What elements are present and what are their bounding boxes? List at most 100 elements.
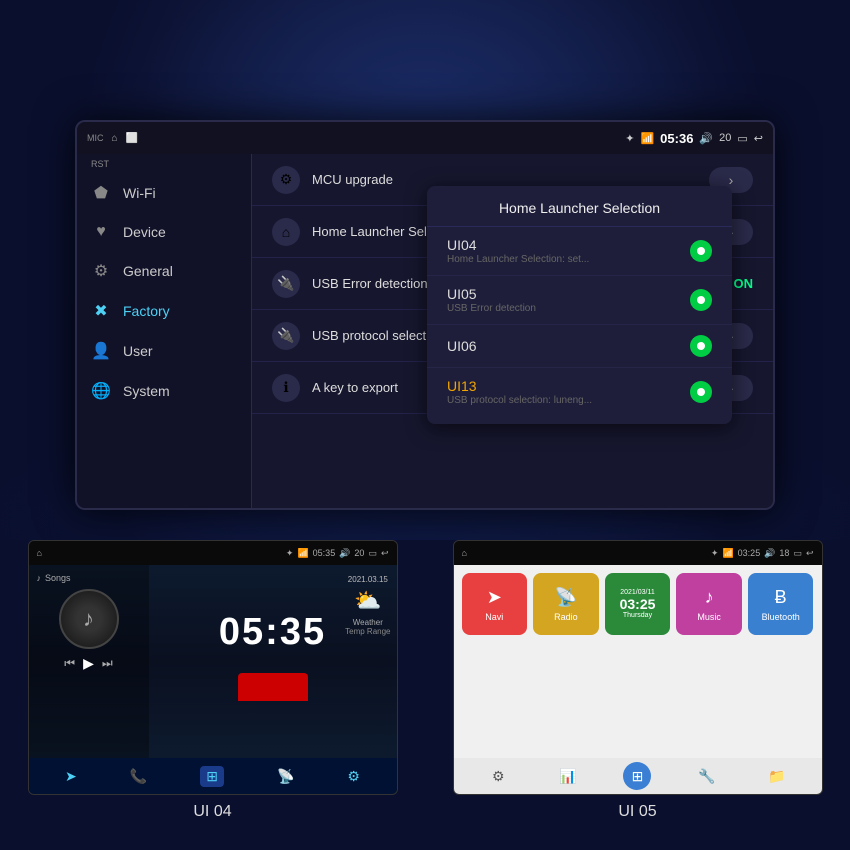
nav-radio-button[interactable]: 📡 (277, 768, 294, 785)
bottom-section: ⌂ ✦ 📶 05:35 🔊 20 ▭ ↩ ♪ Songs (0, 540, 850, 850)
dialog-item-ui13[interactable]: UI13 USB protocol selection: luneng... (427, 368, 732, 416)
next-button[interactable]: ⏭ (102, 656, 113, 671)
dialog-ui04-label: UI04 (447, 237, 589, 253)
status-bar: MIC ⌂ ⬜ ✦ 📶 05:36 🔊 20 ▭ ↩ (77, 122, 773, 154)
main-screen: MIC ⌂ ⬜ ✦ 📶 05:36 🔊 20 ▭ ↩ RST ⬟ Wi-Fi ♥… (75, 120, 775, 510)
mcu-icon: ⚙ (272, 166, 300, 194)
dialog-ui05-toggle[interactable] (690, 289, 712, 311)
ui04-home-icon: ⌂ (37, 548, 42, 558)
ui04-weather-date: 2021.03.15 (345, 575, 390, 584)
dialog-ui04-sub: Home Launcher Selection: set... (447, 254, 589, 265)
screenshot-icon: ⬜ (126, 133, 138, 144)
ui04-time: 05:35 (313, 548, 336, 558)
nav-phone-button[interactable]: 📞 (130, 768, 147, 785)
rst-label: RST (77, 159, 251, 173)
ui05-nav-gear[interactable]: 🔧 (693, 762, 721, 790)
bt-icon: Ƀ (775, 587, 787, 608)
ui04-wifi-icon: 📶 (297, 548, 308, 559)
launcher-dialog: Home Launcher Selection UI04 Home Launch… (427, 186, 732, 424)
sidebar-label-system: System (123, 383, 170, 399)
dialog-ui05-sub: USB Error detection (447, 303, 536, 314)
device-icon: ♥ (91, 223, 111, 241)
ui04-status-right: ✦ 📶 05:35 🔊 20 ▭ ↩ (286, 548, 389, 559)
dialog-ui06-text: UI06 (447, 338, 477, 354)
ui04-battery: 20 (354, 548, 364, 558)
bt-label: Bluetooth (762, 612, 800, 622)
system-icon: 🌐 (91, 381, 111, 401)
clock-date: 2021/03/11 (620, 589, 655, 596)
ui05-nav-grid[interactable]: ⊞ (623, 762, 651, 790)
dialog-title: Home Launcher Selection (427, 186, 732, 227)
music-controls: ⏮ ▶ ⏭ (37, 655, 141, 672)
ui05-nav-settings[interactable]: ⚙ (484, 762, 512, 790)
prev-button[interactable]: ⏮ (64, 656, 75, 671)
dialog-item-ui04[interactable]: UI04 Home Launcher Selection: set... (427, 227, 732, 276)
ui05-nav-chart[interactable]: 📊 (554, 762, 582, 790)
weather-label: Weather (345, 618, 390, 627)
radio-icon: 📡 (555, 587, 577, 608)
ui04-content: ♪ Songs ♪ ⏮ ▶ ⏭ 05:35 (29, 565, 397, 758)
ui04-clock-display: 05:35 (219, 611, 326, 654)
main-panel: ⚙ MCU upgrade › ⌂ Home Launcher Selectio… (252, 154, 773, 508)
ui05-nav-folder[interactable]: 📁 (763, 762, 791, 790)
ui05-status-left: ⌂ (462, 548, 467, 558)
dialog-item-ui05[interactable]: UI05 USB Error detection (427, 276, 732, 325)
battery-level: 20 (719, 132, 731, 144)
status-bar-left: MIC ⌂ ⬜ (87, 133, 138, 144)
ui04-weather: 2021.03.15 ⛅ Weather Temp Range (345, 575, 390, 636)
dialog-ui06-toggle[interactable] (690, 335, 712, 357)
navi-label: Navi (485, 612, 503, 622)
ui05-label: UI 05 (618, 803, 656, 821)
play-button[interactable]: ▶ (83, 655, 94, 672)
ui04-volume-icon: 🔊 (339, 548, 350, 559)
nav-home-button[interactable]: ⊞ (200, 766, 224, 787)
wifi-icon: ⬟ (91, 183, 111, 203)
dialog-ui13-label: UI13 (447, 378, 592, 394)
app-tile-clock[interactable]: 2021/03/11 03:25 Thursday (605, 573, 671, 635)
sidebar-label-general: General (123, 263, 173, 279)
ui04-bt-icon: ✦ (286, 548, 294, 559)
dialog-ui13-text: UI13 USB protocol selection: luneng... (447, 378, 592, 406)
app-tile-navi[interactable]: ➤ Navi (462, 573, 528, 635)
ui05-wifi-icon: 📶 (722, 548, 733, 559)
dialog-ui05-text: UI05 USB Error detection (447, 286, 536, 314)
sidebar-item-user[interactable]: 👤 User (77, 331, 251, 371)
app-tile-radio[interactable]: 📡 Radio (533, 573, 599, 635)
dialog-ui04-toggle[interactable] (690, 240, 712, 262)
sidebar-label-factory: Factory (123, 303, 170, 319)
ui05-status-right: ✦ 📶 03:25 🔊 18 ▭ ↩ (711, 548, 814, 559)
sidebar-item-general[interactable]: ⚙ General (77, 251, 251, 291)
sidebar-item-device[interactable]: ♥ Device (77, 213, 251, 251)
ui05-home-icon: ⌂ (462, 548, 467, 558)
music-song-label: ♪ Songs (37, 573, 141, 583)
ui05-apps-grid: ➤ Navi 📡 Radio 2021/03/11 03:25 Thursday (462, 573, 814, 635)
sidebar-item-system[interactable]: 🌐 System (77, 371, 251, 411)
sidebar-item-wifi[interactable]: ⬟ Wi-Fi (77, 173, 251, 213)
music-album-art: ♪ (59, 589, 119, 649)
ui04-back-icon[interactable]: ↩ (381, 548, 389, 559)
ui05-battery: 18 (779, 548, 789, 558)
ui05-content: ➤ Navi 📡 Radio 2021/03/11 03:25 Thursday (454, 565, 822, 758)
ui05-battery-icon: ▭ (793, 548, 802, 559)
music-label: Music (697, 612, 721, 622)
car-body-top (238, 673, 308, 701)
clock-content: 2021/03/11 03:25 Thursday (620, 589, 656, 619)
app-tile-music[interactable]: ♪ Music (676, 573, 742, 635)
sidebar-item-factory[interactable]: ✖ Factory (77, 291, 251, 331)
export-icon: ℹ (272, 374, 300, 402)
app-tile-bluetooth[interactable]: Ƀ Bluetooth (748, 573, 814, 635)
sidebar-label-user: User (123, 343, 153, 359)
back-icon[interactable]: ↩ (754, 132, 763, 145)
ui04-screen: ⌂ ✦ 📶 05:35 🔊 20 ▭ ↩ ♪ Songs (28, 540, 398, 795)
dialog-item-ui06[interactable]: UI06 (427, 325, 732, 368)
usb-err-label: USB Error detection (312, 276, 428, 291)
usb-err-value: ON (734, 276, 754, 291)
sidebar: RST ⬟ Wi-Fi ♥ Device ⚙ General ✖ Factory… (77, 154, 252, 508)
ui05-back-icon[interactable]: ↩ (806, 548, 814, 559)
ui04-status-left: ⌂ (37, 548, 42, 558)
dialog-ui13-toggle[interactable] (690, 381, 712, 403)
ui04-navbar: ➤ 📞 ⊞ 📡 ⚙ (29, 758, 397, 794)
nav-settings-button[interactable]: ⚙ (347, 768, 360, 785)
nav-map-button[interactable]: ➤ (65, 768, 77, 785)
music-icon: ♪ (705, 587, 714, 608)
